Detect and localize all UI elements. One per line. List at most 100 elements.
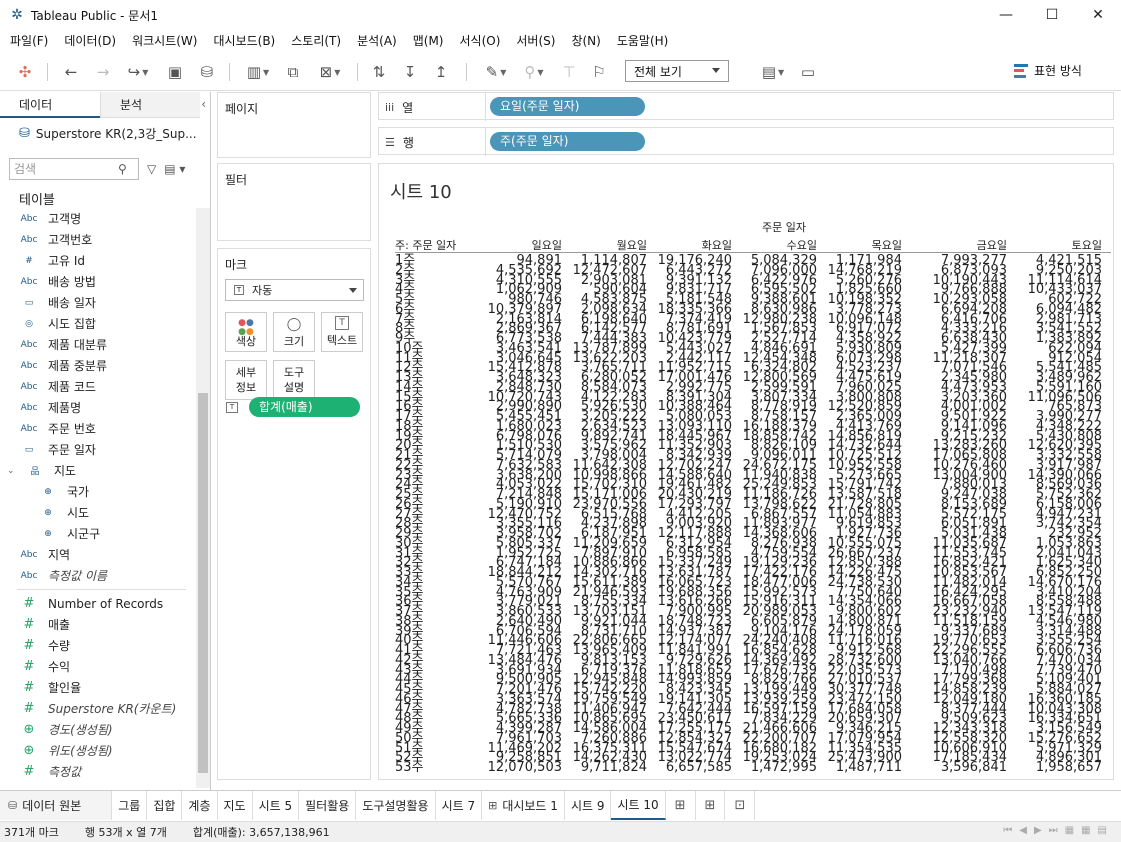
- field-item[interactable]: # 수량: [0, 635, 196, 656]
- field-item[interactable]: Abc 제품 중분류: [0, 355, 196, 376]
- show-me-button[interactable]: 표현 방식: [1014, 62, 1082, 79]
- new-worksheet-icon[interactable]: ⊞: [666, 791, 696, 820]
- save-icon[interactable]: ▣: [164, 61, 186, 83]
- sheet-title[interactable]: 시트 10: [390, 178, 452, 204]
- field-item[interactable]: Abc 고객명: [0, 208, 196, 229]
- next-sheet-icon[interactable]: ▶: [1034, 825, 1042, 836]
- menu-item[interactable]: 도움말(H): [609, 30, 677, 52]
- field-item[interactable]: ⊕ 시군구: [0, 523, 196, 544]
- menu-item[interactable]: 파일(F): [2, 30, 56, 52]
- highlight-icon[interactable]: ✎ ▼: [478, 61, 514, 83]
- field-item[interactable]: Abc 제품 대분류: [0, 334, 196, 355]
- sheet-tab[interactable]: 시트 9: [565, 791, 612, 820]
- sheet-tab[interactable]: 시트 5: [253, 791, 300, 820]
- field-item[interactable]: ⌄ 品 지도: [0, 460, 196, 481]
- pin-axes-icon[interactable]: ⚐: [588, 61, 610, 83]
- sheet-tab[interactable]: 지도: [218, 791, 253, 820]
- new-dashboard-icon[interactable]: ⊞: [696, 791, 726, 820]
- pages-card[interactable]: 페이지: [217, 92, 371, 158]
- field-list-scrollbar[interactable]: [196, 208, 210, 788]
- undo-icon[interactable]: ←: [60, 61, 82, 83]
- menu-item[interactable]: 분석(A): [349, 30, 405, 52]
- sheet-tab[interactable]: 필터활용: [299, 791, 357, 820]
- presentation-mode-icon[interactable]: ▭: [797, 61, 819, 83]
- new-worksheet-icon[interactable]: ▥ ▼: [240, 61, 276, 83]
- field-item[interactable]: # 할인율: [0, 677, 196, 698]
- scrollbar-thumb[interactable]: [198, 393, 208, 773]
- clear-sheet-icon[interactable]: ⊠ ▼: [312, 61, 348, 83]
- menu-item[interactable]: 데이터(D): [56, 30, 124, 52]
- menu-item[interactable]: 스토리(T): [283, 30, 349, 52]
- menu-item[interactable]: 맵(M): [405, 30, 452, 52]
- table-cell[interactable]: 1,958,657: [942, 761, 1102, 774]
- tableau-home-icon[interactable]: ✣: [14, 61, 36, 83]
- field-item[interactable]: # Superstore KR(카운트): [0, 698, 196, 719]
- new-datasource-icon[interactable]: ⛁: [196, 61, 218, 83]
- show-cards-icon[interactable]: ▤ ▼: [755, 61, 791, 83]
- field-item[interactable]: # 수익: [0, 656, 196, 677]
- week-order-date-pill[interactable]: 주(주문 일자): [490, 132, 645, 151]
- menu-item[interactable]: 서식(O): [452, 30, 509, 52]
- sheet-tab[interactable]: ⊞ 대시보드 1: [482, 791, 565, 820]
- field-item[interactable]: # 고유 Id: [0, 250, 196, 271]
- color-button[interactable]: ●● ●● 색상: [225, 312, 267, 352]
- field-item[interactable]: ◎ 시도 집합: [0, 313, 196, 334]
- sheet-tab[interactable]: 계층: [182, 791, 218, 820]
- size-button[interactable]: ◯ 크기: [273, 312, 315, 352]
- field-item[interactable]: Abc 배송 방법: [0, 271, 196, 292]
- menu-item[interactable]: 서버(S): [508, 30, 563, 52]
- sheet-tab[interactable]: 도구설명활용: [356, 791, 436, 820]
- text-button[interactable]: T 텍스트: [321, 312, 363, 352]
- field-search-input[interactable]: [14, 162, 118, 176]
- tooltip-button[interactable]: 도구 설명: [273, 360, 315, 400]
- field-item[interactable]: # Number of Records: [0, 593, 196, 614]
- show-tabs-icon[interactable]: ▤: [1098, 825, 1107, 836]
- close-button[interactable]: ✕: [1075, 0, 1121, 30]
- sheet-tab[interactable]: 집합: [147, 791, 183, 820]
- group-members-icon[interactable]: ⚲ ▼: [516, 61, 552, 83]
- field-item[interactable]: Abc 제품명: [0, 397, 196, 418]
- field-item[interactable]: ⊕ 시도: [0, 502, 196, 523]
- detail-button[interactable]: 세부 정보: [225, 360, 267, 400]
- field-item[interactable]: Abc 지역: [0, 544, 196, 565]
- show-sheet-sorter-icon[interactable]: ▦: [1081, 825, 1090, 836]
- last-sheet-icon[interactable]: ⏭: [1049, 825, 1058, 836]
- field-item[interactable]: ⊕ 국가: [0, 481, 196, 502]
- show-filmstrip-icon[interactable]: ▦: [1065, 825, 1074, 836]
- menu-item[interactable]: 창(N): [563, 30, 608, 52]
- datasource-item[interactable]: ⛁ Superstore KR(2,3강_Sup...: [0, 120, 211, 146]
- show-mark-labels-icon[interactable]: ⊤: [558, 61, 580, 83]
- first-sheet-icon[interactable]: ⏮: [1003, 825, 1012, 836]
- sort-descending-icon[interactable]: ↥: [430, 61, 452, 83]
- menu-item[interactable]: 대시보드(B): [205, 30, 283, 52]
- field-item[interactable]: # 측정값: [0, 761, 196, 782]
- field-item[interactable]: ⊕ 위도(생성됨): [0, 740, 196, 761]
- duplicate-sheet-icon[interactable]: ⧉: [282, 61, 304, 83]
- field-item[interactable]: ⊕ 경도(생성됨): [0, 719, 196, 740]
- menu-item[interactable]: 워크시트(W): [124, 30, 205, 52]
- tab-data[interactable]: 데이터: [0, 92, 100, 118]
- prev-sheet-icon[interactable]: ◀: [1019, 825, 1027, 836]
- tab-analysis[interactable]: 분석: [100, 92, 200, 118]
- datasource-tab[interactable]: ⛁ 데이터 원본: [0, 791, 113, 820]
- field-item[interactable]: ▭ 배송 일자: [0, 292, 196, 313]
- expand-icon[interactable]: ⌄: [7, 466, 19, 476]
- field-item[interactable]: # 매출: [0, 614, 196, 635]
- maximize-button[interactable]: ☐: [1029, 0, 1075, 30]
- sum-sales-pill[interactable]: 합계(매출): [249, 397, 360, 417]
- filter-icon[interactable]: ▽: [147, 162, 156, 176]
- field-item[interactable]: Abc 제품 코드: [0, 376, 196, 397]
- fit-view-select[interactable]: 전체 보기: [625, 60, 729, 82]
- sort-ascending-icon[interactable]: ↧: [399, 61, 421, 83]
- swap-rows-columns-icon[interactable]: ⇅: [368, 61, 390, 83]
- column-header[interactable]: 토요일: [942, 237, 1102, 253]
- sheet-tab[interactable]: 그룹: [112, 791, 148, 820]
- minimize-button[interactable]: —: [983, 0, 1029, 30]
- new-story-icon[interactable]: ⊡: [725, 791, 756, 820]
- sheet-tab[interactable]: 시트 7: [436, 791, 483, 820]
- search-icon[interactable]: ⚲: [118, 162, 127, 176]
- field-item[interactable]: Abc 고객번호: [0, 229, 196, 250]
- field-item[interactable]: Abc 주문 번호: [0, 418, 196, 439]
- replay-icon[interactable]: ↪ ▼: [120, 61, 156, 83]
- view-options-icon[interactable]: ▤ ▾: [164, 162, 185, 176]
